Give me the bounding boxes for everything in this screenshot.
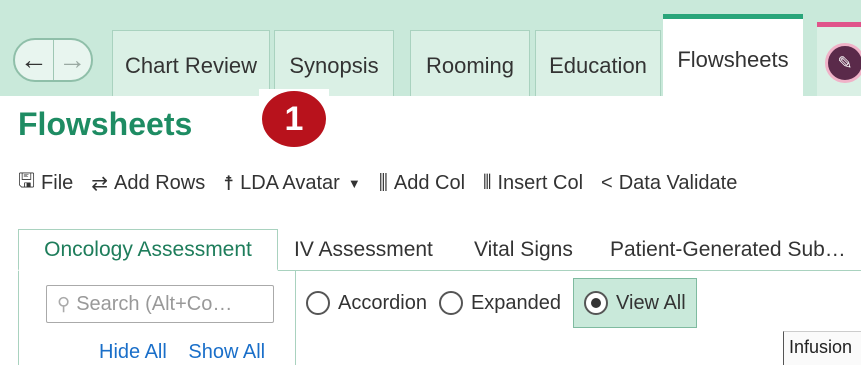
nav-buttons: ← → [13, 38, 93, 82]
column-header-infusion[interactable]: Infusion [783, 331, 861, 365]
group-toggle-links: Hide All Show All [99, 341, 281, 364]
tab-chart-review[interactable]: Chart Review [112, 30, 270, 96]
insert-col-button[interactable]: ⫴ Insert Col [483, 172, 583, 195]
save-icon: 🖫 [18, 170, 36, 192]
step-badge: 1 [259, 89, 329, 149]
search-input[interactable]: ⚲ Search (Alt+Co… [46, 285, 274, 323]
add-rows-icon: ⇄ [91, 172, 109, 195]
show-all-link[interactable]: Show All [188, 341, 265, 363]
tab-synopsis[interactable]: Synopsis [274, 30, 394, 96]
tab-education[interactable]: Education [535, 30, 661, 96]
expanded-radio[interactable]: Expanded [438, 291, 561, 315]
view-mode-selector: Accordion Expanded View All [306, 278, 709, 328]
toolbar: 🖫 File ⇄ Add Rows ☨ LDA Avatar ▼ ⫼ Add C… [18, 168, 755, 198]
accordion-radio[interactable]: Accordion [306, 291, 427, 315]
radio-circle-selected [584, 291, 609, 315]
add-col-button[interactable]: ⫼ Add Col [379, 172, 465, 195]
share-icon: < [601, 171, 613, 194]
step-number: 1 [262, 91, 326, 147]
caret-down-icon[interactable]: ▼ [348, 176, 361, 191]
flowsheet-subtabs: Oncology Assessment IV Assessment Vital … [18, 229, 861, 271]
file-button[interactable]: 🖫 File [18, 166, 73, 200]
radio-circle [438, 291, 463, 315]
add-rows-button[interactable]: ⇄ Add Rows [91, 171, 205, 196]
lda-avatar-button[interactable]: ☨ LDA Avatar ▼ [223, 171, 360, 196]
clipboard-icon: ✎ [825, 43, 861, 83]
tab-rooming[interactable]: Rooming [410, 30, 530, 96]
tab-flowsheets[interactable]: Flowsheets [663, 14, 803, 96]
radio-circle [306, 291, 330, 315]
person-icon: ☨ [223, 172, 235, 195]
insert-column-icon: ⫴ [483, 171, 492, 194]
subtab-patient-generated[interactable]: Patient-Generated Sub… [610, 229, 846, 271]
add-column-icon: ⫼ [378, 171, 388, 194]
data-validate-button[interactable]: < Data Validate [601, 172, 737, 195]
page-title: Flowsheets [18, 106, 193, 142]
subtab-iv-assessment[interactable]: IV Assessment [294, 229, 433, 271]
arrow-left-icon[interactable]: ← [15, 40, 54, 80]
arrow-right-icon[interactable]: → [54, 40, 92, 80]
row-navigator-panel: ⚲ Search (Alt+Co… Hide All Show All [18, 271, 296, 365]
subtab-vital-signs[interactable]: Vital Signs [474, 229, 573, 271]
activity-tab-strip: ← → Chart Review Synopsis Rooming Educat… [0, 0, 861, 96]
hide-all-link[interactable]: Hide All [99, 341, 167, 363]
search-icon: ⚲ [57, 293, 71, 314]
view-all-radio[interactable]: View All [573, 278, 697, 328]
tab-orders[interactable]: ✎ [817, 22, 861, 96]
subtab-oncology-assessment[interactable]: Oncology Assessment [18, 229, 278, 271]
